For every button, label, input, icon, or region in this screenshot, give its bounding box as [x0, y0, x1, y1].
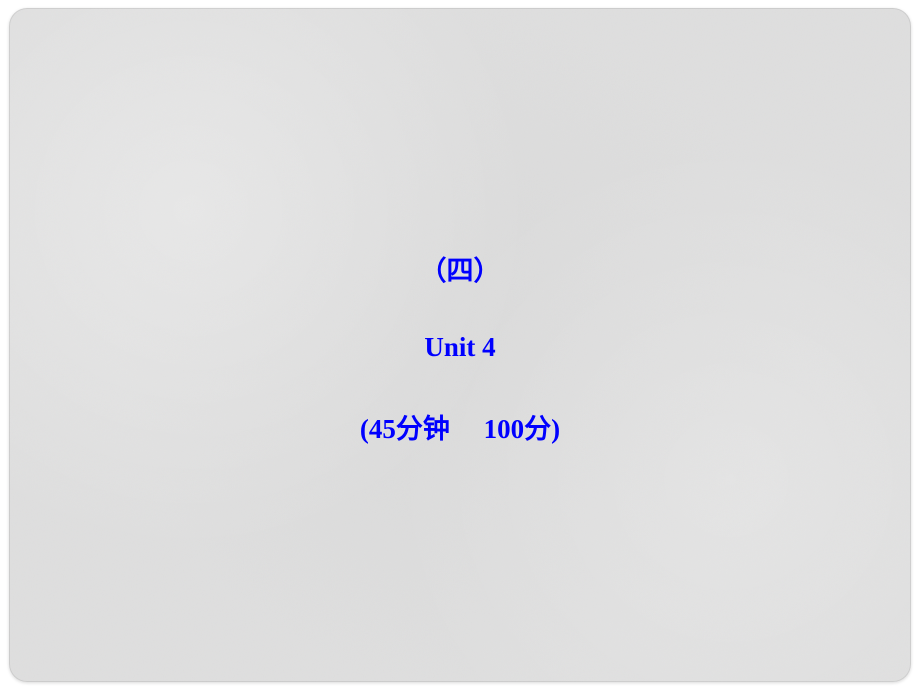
unit-title: Unit 4	[424, 332, 495, 363]
title-number: （四）	[419, 249, 500, 288]
time-score-info: (45分钟 100分)	[360, 407, 560, 446]
slide-content: （四） Unit 4 (45分钟 100分)	[360, 249, 560, 446]
slide-container: （四） Unit 4 (45分钟 100分)	[9, 8, 911, 682]
